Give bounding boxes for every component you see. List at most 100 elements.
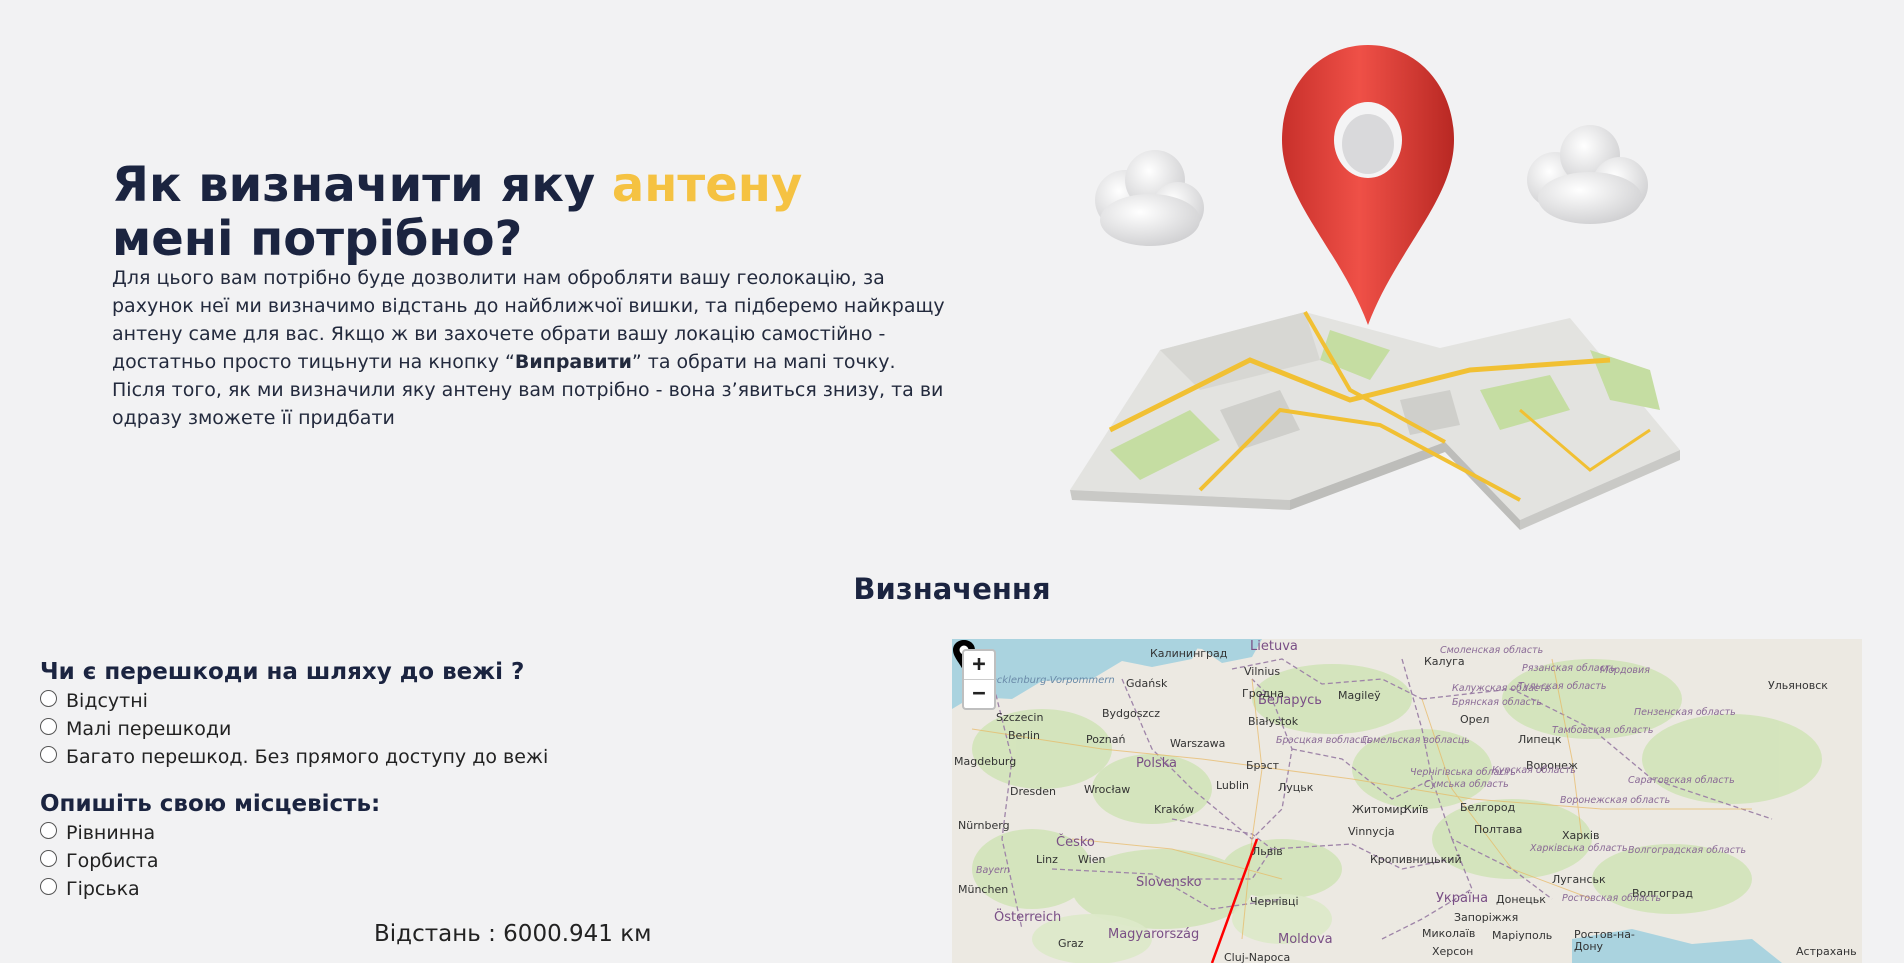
option-label: Гірська bbox=[66, 878, 140, 900]
option-label: Горбиста bbox=[66, 850, 159, 872]
country-label: Česko bbox=[1056, 835, 1095, 850]
region-label: Тульская область bbox=[1518, 681, 1607, 692]
option-label: Малі перешкоди bbox=[66, 718, 232, 740]
city-label: Magdeburg bbox=[954, 755, 1017, 768]
fix-button-mention: Виправити bbox=[514, 351, 632, 373]
radio-button[interactable] bbox=[40, 745, 57, 763]
city-label: Гродна bbox=[1242, 687, 1284, 700]
terrain-option-mountain[interactable]: Гірська bbox=[40, 877, 140, 900]
city-label: Wien bbox=[1078, 853, 1106, 866]
city-label: Lublin bbox=[1216, 779, 1249, 792]
hero-description: Для цього вам потрібно буде дозволити на… bbox=[112, 264, 952, 432]
city-label: Орел bbox=[1460, 713, 1490, 726]
option-label: Рівнинна bbox=[66, 822, 156, 844]
city-label: Брэст bbox=[1246, 759, 1280, 772]
city-label: Київ bbox=[1404, 803, 1429, 816]
city-label: München bbox=[958, 883, 1009, 896]
city-label: Полтава bbox=[1474, 823, 1523, 836]
city-label: Белгород bbox=[1460, 801, 1516, 814]
city-label: Poznań bbox=[1086, 733, 1126, 746]
city-label: Gdańsk bbox=[1126, 677, 1168, 690]
country-label: Moldova bbox=[1278, 932, 1333, 947]
country-label: Österreich bbox=[994, 910, 1062, 925]
hero-title-text-end: мені потрібно? bbox=[112, 211, 523, 267]
zoom-out-button[interactable]: − bbox=[964, 679, 994, 708]
radio-button[interactable] bbox=[40, 849, 57, 867]
distance-readout: Відстань : 6000.941 км bbox=[374, 921, 652, 947]
region-label: Ростовская область bbox=[1562, 893, 1662, 904]
country-label: Magyarország bbox=[1108, 927, 1200, 942]
terrain-option-hilly[interactable]: Горбиста bbox=[40, 849, 159, 872]
section-title: Визначення bbox=[853, 572, 1051, 606]
map-view[interactable]: Lietuva Беларусь Polska Česko Slovensko … bbox=[952, 639, 1862, 963]
region-label: Bayern bbox=[976, 865, 1010, 876]
city-label: Кропивницький bbox=[1370, 853, 1462, 866]
city-label: Vilnius bbox=[1244, 665, 1281, 678]
region-label: Смоленская область bbox=[1440, 645, 1544, 656]
city-label: Житомир bbox=[1352, 803, 1407, 816]
zoom-control: + − bbox=[962, 649, 996, 710]
city-label: Bydgoszcz bbox=[1102, 707, 1161, 720]
city-label: Szczecin bbox=[996, 711, 1044, 724]
city-label: Vinnycja bbox=[1348, 825, 1395, 838]
radio-button[interactable] bbox=[40, 717, 57, 735]
terrain-option-flat[interactable]: Рівнинна bbox=[40, 821, 156, 844]
region-label: Калужская область bbox=[1452, 683, 1551, 694]
city-label: Калуга bbox=[1424, 655, 1465, 668]
city-label: Чернівці bbox=[1250, 895, 1299, 908]
city-label: Донецьк bbox=[1496, 893, 1546, 906]
region-label: Брянская область bbox=[1452, 697, 1542, 708]
city-label: Magileў bbox=[1338, 689, 1381, 702]
city-label: Berlin bbox=[1008, 729, 1040, 742]
region-label: Пензенская область bbox=[1634, 707, 1736, 718]
radio-button[interactable] bbox=[40, 821, 57, 839]
city-label: Ростов-на-Дону bbox=[1574, 928, 1635, 953]
city-label: Linz bbox=[1036, 853, 1058, 866]
radio-button[interactable] bbox=[40, 689, 57, 707]
region-label: Саратовская область bbox=[1628, 775, 1735, 786]
obstacles-option-many[interactable]: Багато перешкод. Без прямого доступу до … bbox=[40, 745, 549, 768]
region-label: Мордовия bbox=[1600, 665, 1650, 676]
city-label: Nürnberg bbox=[958, 819, 1010, 832]
region-label: Чернігівська область bbox=[1410, 767, 1516, 778]
country-label: Україна bbox=[1436, 891, 1489, 906]
region-label: Рязанская область bbox=[1522, 663, 1616, 674]
city-label: Dresden bbox=[1010, 785, 1056, 798]
city-label: Харків bbox=[1562, 829, 1600, 842]
obstacles-option-small[interactable]: Малі перешкоди bbox=[40, 717, 232, 740]
city-label: Львів bbox=[1252, 845, 1283, 858]
hero-title-text: Як визначити яку bbox=[112, 157, 612, 213]
zoom-in-button[interactable]: + bbox=[964, 651, 994, 679]
city-label: Białystok bbox=[1248, 715, 1299, 728]
country-label: Lietuva bbox=[1250, 639, 1298, 654]
radio-button[interactable] bbox=[40, 877, 57, 895]
city-label: Ульяновск bbox=[1768, 679, 1828, 692]
obstacles-question: Чи є перешкоди на шляху до вежі ? bbox=[40, 659, 525, 685]
option-label: Багато перешкод. Без прямого доступу до … bbox=[66, 746, 549, 768]
map-tiles bbox=[952, 639, 1862, 963]
city-label: Wrocław bbox=[1084, 783, 1131, 796]
obstacles-option-none[interactable]: Відсутні bbox=[40, 689, 148, 712]
city-label: Warszawa bbox=[1170, 737, 1226, 750]
city-label: Луганськ bbox=[1552, 873, 1606, 886]
city-label: Запоріжжя bbox=[1454, 911, 1519, 924]
city-label: Астрахань bbox=[1796, 945, 1857, 958]
region-label: Сумська область bbox=[1424, 779, 1509, 790]
hero-title: Як визначити яку антену мені потрібно? bbox=[112, 158, 932, 266]
city-label: Graz bbox=[1058, 937, 1084, 950]
city-label: Kraków bbox=[1154, 803, 1195, 816]
hero-title-accent: антену bbox=[611, 157, 803, 213]
region-label: Харківська область bbox=[1530, 843, 1628, 854]
city-label: Маріуполь bbox=[1492, 929, 1553, 942]
city-label: Калининград bbox=[1150, 647, 1228, 660]
country-label: Polska bbox=[1136, 756, 1177, 771]
city-label: Cluj-Napoca bbox=[1224, 951, 1291, 963]
city-label: Херсон bbox=[1432, 945, 1474, 958]
city-label: Миколаїв bbox=[1422, 927, 1476, 940]
region-label: Воронежская область bbox=[1560, 795, 1671, 806]
option-label: Відсутні bbox=[66, 690, 148, 712]
terrain-question: Опишіть свою місцевість: bbox=[40, 791, 381, 817]
region-label: Тамбовская область bbox=[1552, 725, 1654, 736]
region-label: Брэсцкая вобласць bbox=[1276, 735, 1373, 746]
region-label: Волгоградская область bbox=[1628, 845, 1747, 856]
